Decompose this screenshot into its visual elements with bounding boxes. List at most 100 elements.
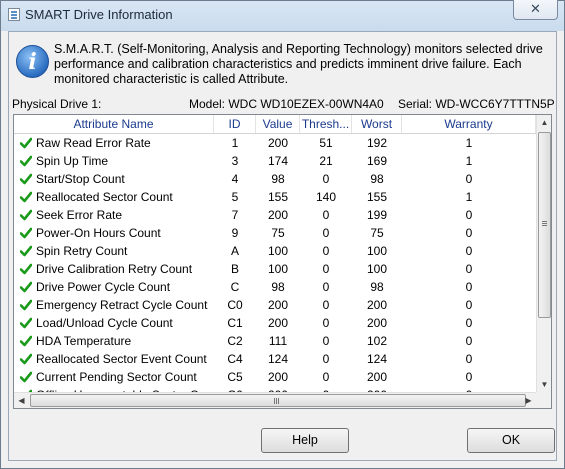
smart-dialog: SMART Drive Information ✕ i S.M.A.R.T. (…: [0, 0, 565, 469]
horizontal-scrollbar[interactable]: ◀ ▶: [14, 392, 536, 408]
col-attribute-name-cell: Raw Read Error Rate: [36, 136, 151, 150]
col-value-cell: 111: [268, 334, 288, 348]
col-attribute-name-cell: Reallocated Sector Count: [36, 190, 173, 204]
table-row[interactable]: Drive Power Cycle Count C 98 0 98 0: [14, 278, 536, 296]
horizontal-scroll-thumb[interactable]: [30, 394, 526, 407]
vertical-scroll-thumb[interactable]: [538, 132, 551, 318]
col-worst-cell: 100: [366, 244, 388, 258]
col-value-cell: 98: [271, 172, 285, 186]
col-warranty-cell: 0: [465, 208, 473, 222]
col-attribute-name-cell: Emergency Retract Cycle Count: [36, 298, 208, 312]
table-row[interactable]: Emergency Retract Cycle Count C0 200 0 200 0: [14, 296, 536, 314]
col-attribute-name-cell: HDA Temperature: [36, 334, 132, 348]
col-attribute-name-cell: Spin Up Time: [36, 154, 109, 168]
drive-model: Model: WDC WD10EZEX-00WN4A0: [189, 97, 384, 111]
scroll-up-arrow-icon[interactable]: ▲: [537, 115, 551, 130]
col-warranty-cell: 0: [465, 352, 473, 366]
col-warranty-header[interactable]: Warranty: [402, 115, 536, 133]
col-id-cell: C2: [227, 334, 243, 348]
table-row[interactable]: Seek Error Rate 7 200 0 199 0: [14, 206, 536, 224]
col-worst-cell: 200: [366, 370, 388, 384]
col-worst-cell: 124: [366, 352, 388, 366]
table-row[interactable]: Spin Retry Count A 100 0 100 0: [14, 242, 536, 260]
col-attribute-name-cell: Reallocated Sector Event Count: [36, 352, 207, 366]
table-header: Attribute Name ID Value Thresh... Worst Warra…: [14, 115, 536, 134]
col-threshold-cell: 0: [322, 280, 330, 294]
table-row[interactable]: Reallocated Sector Count 5 155 140 155 1: [14, 188, 536, 206]
col-id-cell: C4: [227, 352, 243, 366]
col-value-cell: 100: [267, 244, 289, 258]
col-id-header[interactable]: ID: [214, 115, 256, 133]
col-id-cell: C1: [227, 316, 243, 330]
scroll-down-arrow-icon[interactable]: ▼: [537, 377, 551, 392]
col-value-cell: 200: [267, 316, 289, 330]
description-text: S.M.A.R.T. (Self-Monitoring, Analysis an…: [54, 42, 543, 86]
col-warranty-cell: 0: [465, 226, 473, 240]
col-attribute-name-cell: Drive Calibration Retry Count: [36, 262, 193, 276]
col-id-cell: 9: [231, 226, 239, 240]
col-warranty-cell: 0: [465, 280, 473, 294]
col-id-cell: 5: [231, 190, 239, 204]
table-row[interactable]: Current Pending Sector Count C5 200 0 200 0: [14, 368, 536, 386]
info-icon: i: [16, 45, 49, 78]
scrollbar-corner: [536, 392, 551, 408]
dialog-content: i S.M.A.R.T. (Self-Monitoring, Analysis …: [8, 31, 557, 461]
table-row[interactable]: Load/Unload Cycle Count C1 200 0 200 0: [14, 314, 536, 332]
col-warranty-cell: 0: [465, 370, 473, 384]
col-warranty-cell: 0: [465, 172, 473, 186]
col-attribute-name-cell: Spin Retry Count: [36, 244, 128, 258]
col-warranty-cell: 0: [465, 298, 473, 312]
col-warranty-cell: 0: [465, 316, 473, 330]
col-value-cell: 100: [267, 262, 289, 276]
close-button[interactable]: ✕: [513, 0, 558, 20]
col-worst-cell: 98: [370, 172, 384, 186]
col-value-cell: 200: [267, 298, 289, 312]
col-threshold-cell: 0: [322, 244, 330, 258]
col-id-cell: C: [230, 280, 240, 294]
table-row[interactable]: Power-On Hours Count 9 75 0 75 0: [14, 224, 536, 242]
col-value-cell: 174: [267, 154, 289, 168]
col-value-header[interactable]: Value: [256, 115, 300, 133]
table-row[interactable]: Spin Up Time 3 174 21 169 1: [14, 152, 536, 170]
col-attribute-name-cell: Start/Stop Count: [36, 172, 125, 186]
table-row[interactable]: HDA Temperature C2 111 0 102 0: [14, 332, 536, 350]
col-warranty-cell: 1: [465, 154, 473, 168]
col-worst-cell: 199: [366, 208, 388, 222]
col-value-cell: 155: [267, 190, 289, 204]
scroll-right-arrow-icon[interactable]: ▶: [521, 393, 536, 408]
window-title: SMART Drive Information: [25, 7, 173, 22]
col-threshold-cell: 0: [322, 172, 330, 186]
col-threshold-cell: 0: [322, 262, 330, 276]
table-row[interactable]: Reallocated Sector Event Count C4 124 0 124 0: [14, 350, 536, 368]
col-worst-cell: 98: [370, 280, 384, 294]
col-threshold-cell: 0: [322, 370, 330, 384]
col-id-cell: C5: [227, 370, 243, 384]
col-attribute-name-cell: Current Pending Sector Count: [36, 370, 197, 384]
col-warranty-cell: 0: [465, 334, 473, 348]
physical-drive-label: Physical Drive 1:: [12, 97, 102, 111]
col-id-cell: 7: [231, 208, 239, 222]
attribute-table[interactable]: Attribute Name ID Value Thresh... Worst Warra…: [13, 114, 552, 409]
col-attribute-name-header[interactable]: Attribute Name: [14, 115, 214, 133]
col-worst-header[interactable]: Worst: [352, 115, 402, 133]
vertical-scrollbar[interactable]: ▲ ▼: [536, 115, 551, 392]
table-row[interactable]: Drive Calibration Retry Count B 100 0 100 0: [14, 260, 536, 278]
col-threshold-cell: 0: [322, 226, 330, 240]
table-row[interactable]: Raw Read Error Rate 1 200 51 192 1: [14, 134, 536, 152]
ok-button[interactable]: OK: [467, 428, 555, 453]
help-button[interactable]: Help: [261, 428, 349, 453]
title-bar[interactable]: SMART Drive Information ✕: [1, 0, 564, 29]
col-id-cell: B: [230, 262, 239, 276]
col-value-cell: 98: [271, 280, 285, 294]
col-attribute-name-cell: Power-On Hours Count: [36, 226, 161, 240]
col-id-cell: C0: [227, 298, 243, 312]
col-worst-cell: 155: [366, 190, 388, 204]
col-threshold-header[interactable]: Thresh...: [300, 115, 352, 133]
col-value-cell: 75: [271, 226, 285, 240]
scroll-left-arrow-icon[interactable]: ◀: [14, 393, 29, 408]
col-worst-cell: 200: [366, 298, 388, 312]
col-id-cell: A: [230, 244, 239, 258]
col-attribute-name-cell: Seek Error Rate: [36, 208, 123, 222]
table-row[interactable]: Start/Stop Count 4 98 0 98 0: [14, 170, 536, 188]
col-worst-cell: 192: [366, 136, 388, 150]
